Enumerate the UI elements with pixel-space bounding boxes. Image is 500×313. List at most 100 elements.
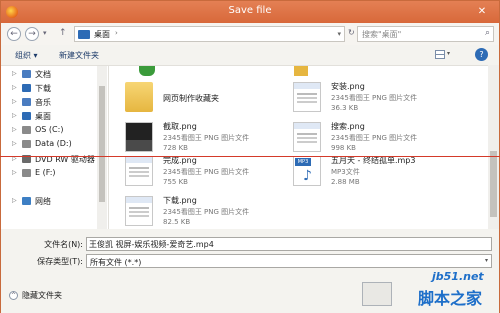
chevron-down-icon: ▾ [484,257,488,264]
watermark-site: jb51.net [432,270,484,283]
file-type: MP3文件 [331,168,360,176]
up-button[interactable]: ↑ [59,28,67,38]
file-type: 2345看图王 PNG 图片文件 [163,134,250,142]
chevron-up-icon: ^ [9,291,18,300]
expand-arrow-icon[interactable]: ▷ [12,70,17,77]
expand-arrow-icon[interactable]: ▷ [12,84,17,91]
image-thumbnail [293,122,321,152]
hide-folders-label: 隐藏文件夹 [22,291,62,300]
nav-scrollbar-thumb[interactable] [99,86,105,202]
view-options-icon[interactable] [435,50,445,59]
file-name: 搜索.png [331,122,365,131]
expand-arrow-icon[interactable]: ▷ [12,169,17,176]
file-item[interactable]: 下载.png 2345看图王 PNG 图片文件 82.5 KB [119,194,299,229]
recent-locations-dropdown[interactable]: ▾ [43,29,47,37]
nav-item-label: E (F:) [35,168,56,177]
title-bar: Save file ✕ [1,1,499,23]
watermark-brand: 脚本之家 [418,289,483,308]
file-size: 36.3 KB [331,104,359,112]
file-type: 2345看图王 PNG 图片文件 [163,208,250,216]
image-thumbnail [125,122,153,152]
music-folder-icon [22,98,31,106]
file-list-scrollbar[interactable] [488,65,499,229]
refresh-button[interactable]: ↻ [348,28,355,37]
window-title: Save file [228,5,272,16]
nav-item-8[interactable]: ▷ 网络 [1,195,97,208]
file-size: 728 KB [163,144,188,152]
file-size: 755 KB [163,178,188,186]
file-item[interactable]: 安装.png 2345看图王 PNG 图片文件 36.3 KB [287,80,467,120]
file-list-scrollbar-thumb[interactable] [490,151,497,217]
nav-item-1[interactable]: ▷ 下载 [1,82,97,95]
folder-icon [125,82,153,112]
address-bar[interactable]: 桌面 › ▾ [74,26,345,42]
nav-item-4[interactable]: ▷ OS (C:) [1,124,97,137]
search-icon[interactable]: ⌕ [485,28,490,38]
partial-item-top-left[interactable] [139,66,155,76]
expand-arrow-icon[interactable]: ▷ [12,197,17,204]
desktop-folder-icon [78,30,90,39]
nav-scrollbar[interactable] [97,66,107,230]
filetype-label: 保存类型(T): [37,257,83,266]
file-type: 2345看图王 PNG 图片文件 [331,94,418,102]
file-name: 截取.png [163,122,197,131]
expand-arrow-icon[interactable]: ▷ [12,112,17,119]
file-item[interactable]: 网页制作收藏夹 [119,80,299,120]
nav-item-label: Data (D:) [35,139,72,148]
nav-item-label: 桌面 [35,112,51,121]
nav-item-label: 网络 [35,197,51,206]
watermark: jb51.net 脚本之家 [412,270,498,310]
image-thumbnail [293,82,321,112]
address-row: ← → ▾ ↑ 桌面 › ▾ ↻ ⌕ [1,23,499,45]
drive-icon [22,140,31,148]
breadcrumb-separator[interactable]: › [115,29,118,37]
file-name: 下载.png [163,196,197,205]
expand-arrow-icon[interactable]: ▷ [12,140,17,147]
expand-arrow-icon[interactable]: ▷ [12,98,17,105]
navigation-pane: ▷ 文档 ▷ 下载 ▷ 音乐 ▷ 桌面 ▷ OS (C:) ▷ Data (D:) ▷ DVD RW 驱动… [1,65,108,230]
expand-arrow-icon[interactable]: ▷ [12,126,17,133]
address-dropdown[interactable]: ▾ [337,30,341,38]
nav-item-7[interactable]: ▷ E (F:) [1,167,97,180]
new-folder-button[interactable]: 新建文件夹 [59,50,99,61]
image-thumbnail [125,196,153,226]
desktop-folder-icon [22,112,31,120]
partial-item-top-right[interactable] [294,66,308,76]
file-size: 998 KB [331,144,356,152]
toolbar: 组织 ▾ 新建文件夹 ▾ ? [1,45,499,65]
file-item[interactable]: 完成.png 2345看图王 PNG 图片文件 755 KB [119,154,299,194]
search-input[interactable] [362,28,474,40]
nav-item-label: 文档 [35,70,51,79]
filetype-select[interactable]: 所有文件 (*.*) ▾ [86,254,492,268]
filename-label: 文件名(N): [44,240,83,249]
filetype-value: 所有文件 (*.*) [90,258,142,267]
drive-icon [22,126,31,134]
forward-button[interactable]: → [25,27,39,41]
nav-item-2[interactable]: ▷ 音乐 [1,96,97,109]
nav-item-label: 音乐 [35,98,51,107]
close-button[interactable]: ✕ [471,4,493,19]
file-name: 安装.png [331,82,365,91]
breadcrumb-desktop[interactable]: 桌面 [94,29,110,40]
file-type: 2345看图王 PNG 图片文件 [331,134,418,142]
nav-item-0[interactable]: ▷ 文档 [1,68,97,81]
filename-field[interactable] [86,237,492,251]
nav-item-label: OS (C:) [35,125,64,134]
search-box[interactable]: ⌕ [357,26,494,42]
back-button[interactable]: ← [7,27,21,41]
nav-item-3[interactable]: ▷ 桌面 [1,110,97,123]
file-type: 2345看图王 PNG 图片文件 [163,168,250,176]
save-button-partial[interactable] [362,282,392,306]
document-folder-icon [22,70,31,78]
image-thumbnail [125,156,153,186]
view-options-dropdown[interactable]: ▾ [447,50,450,57]
organize-menu[interactable]: 组织 ▾ [15,50,38,61]
network-icon [22,197,31,205]
file-item[interactable]: MP3 ♪ 五月天 - 终结孤单.mp3 MP3文件 2.88 MB [287,154,467,194]
nav-item-6[interactable]: ▷ DVD RW 驱动器 [1,153,97,166]
nav-item-5[interactable]: ▷ Data (D:) [1,138,97,151]
mp3-file-icon: MP3 ♪ [293,156,321,186]
annotation-line [0,156,500,157]
help-button[interactable]: ? [475,48,488,61]
mp3-tag: MP3 [295,158,311,166]
